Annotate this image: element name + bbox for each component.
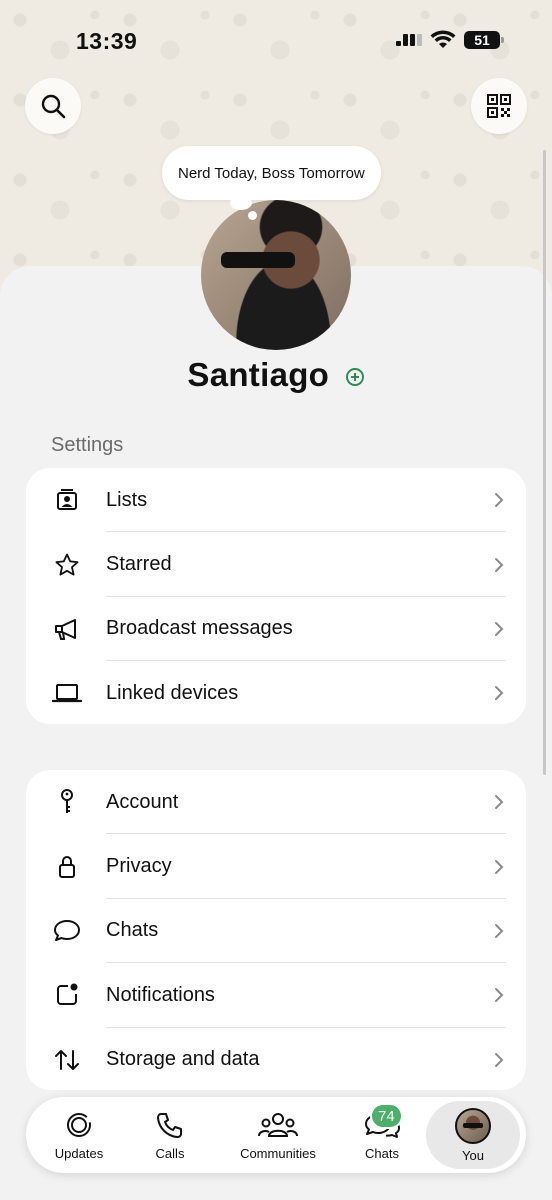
tab-updates[interactable]: Updates: [48, 1097, 110, 1173]
settings-item-chats[interactable]: Chats: [26, 899, 526, 964]
profile-name: Santiago: [187, 356, 330, 393]
updates-icon: [67, 1112, 91, 1137]
settings-item-lists[interactable]: Lists: [26, 468, 526, 533]
profile-avatar[interactable]: [201, 200, 351, 350]
settings-item-account[interactable]: Account: [26, 770, 526, 835]
settings-item-label: Linked devices: [106, 681, 239, 704]
profile-name-row: Santiago: [0, 356, 552, 394]
laptop-icon: [52, 678, 82, 708]
chevron-right-icon: [495, 795, 504, 810]
settings-item-linked-devices[interactable]: Linked devices: [26, 661, 526, 724]
tab-you[interactable]: You: [426, 1101, 520, 1169]
settings-item-label: Chats: [106, 919, 159, 942]
star-icon: [52, 550, 82, 580]
settings-item-label: Account: [106, 790, 179, 813]
settings-item-storage-and-data[interactable]: Storage and data: [26, 1028, 526, 1090]
battery-level: 51: [474, 32, 490, 48]
megaphone-icon: [52, 614, 82, 644]
qr-code-button[interactable]: [471, 78, 527, 134]
search-button[interactable]: [25, 78, 81, 134]
settings-section-title: Settings: [51, 434, 124, 456]
qr-code-icon: [487, 94, 511, 118]
settings-group-2: Account Privacy Chats Notifications Stor…: [26, 770, 526, 1090]
wifi-icon: [430, 30, 456, 48]
tab-communities[interactable]: Communities: [230, 1097, 326, 1173]
communities-icon: [258, 1112, 298, 1137]
status-note-text: Nerd Today, Boss Tomorrow: [178, 164, 365, 182]
settings-item-starred[interactable]: Starred: [26, 532, 526, 597]
tab-label: Communities: [240, 1145, 316, 1161]
settings-item-label: Notifications: [106, 983, 215, 1006]
bubble-tail-large: [230, 196, 252, 210]
tab-label: You: [462, 1147, 484, 1163]
add-status-icon[interactable]: [345, 367, 365, 387]
cellular-signal-icon: [396, 34, 422, 46]
bubble-tail-small: [248, 211, 257, 220]
key-icon: [52, 787, 82, 817]
lock-icon: [52, 852, 82, 882]
tab-label: Chats: [365, 1145, 399, 1161]
chevron-right-icon: [495, 557, 504, 572]
settings-item-label: Storage and data: [106, 1048, 260, 1071]
battery-icon: 51: [464, 31, 504, 49]
chevron-right-icon: [495, 493, 504, 508]
phone-icon: [157, 1112, 182, 1138]
tab-calls[interactable]: Calls: [140, 1097, 200, 1173]
scrollbar[interactable]: [543, 150, 546, 775]
tab-label: Updates: [54, 1145, 104, 1161]
search-icon: [41, 94, 66, 119]
you-avatar: [455, 1107, 491, 1144]
settings-item-label: Broadcast messages: [106, 617, 293, 640]
settings-item-broadcast-messages[interactable]: Broadcast messages: [26, 597, 526, 662]
status-bar: 13:39 51: [0, 0, 552, 80]
arrows-up-down-icon: [52, 1045, 82, 1075]
bottom-tab-bar: Updates Calls Communities Chats You: [26, 1097, 526, 1173]
chevron-right-icon: [495, 859, 504, 874]
chats-unread-badge: 74: [370, 1103, 403, 1129]
settings-item-notifications[interactable]: Notifications: [26, 963, 526, 1028]
avatar-sunglasses: [221, 252, 295, 268]
status-time: 13:39: [76, 28, 138, 54]
notification-icon: [52, 980, 82, 1010]
chat-bubble-icon: [52, 916, 82, 946]
chevron-right-icon: [495, 988, 504, 1003]
settings-item-label: Lists: [106, 488, 148, 511]
chevron-right-icon: [495, 923, 504, 938]
chevron-right-icon: [495, 686, 504, 701]
status-note-bubble[interactable]: Nerd Today, Boss Tomorrow: [162, 146, 381, 200]
settings-item-label: Privacy: [106, 855, 172, 878]
settings-item-privacy[interactable]: Privacy: [26, 834, 526, 899]
list-card-icon: [52, 485, 82, 515]
settings-group-1: Lists Starred Broadcast messages Linked …: [26, 468, 526, 724]
chevron-right-icon: [495, 621, 504, 636]
settings-item-label: Starred: [106, 553, 172, 576]
status-icons: 51: [396, 30, 504, 50]
chevron-right-icon: [495, 1052, 504, 1067]
tab-label: Calls: [155, 1145, 185, 1161]
